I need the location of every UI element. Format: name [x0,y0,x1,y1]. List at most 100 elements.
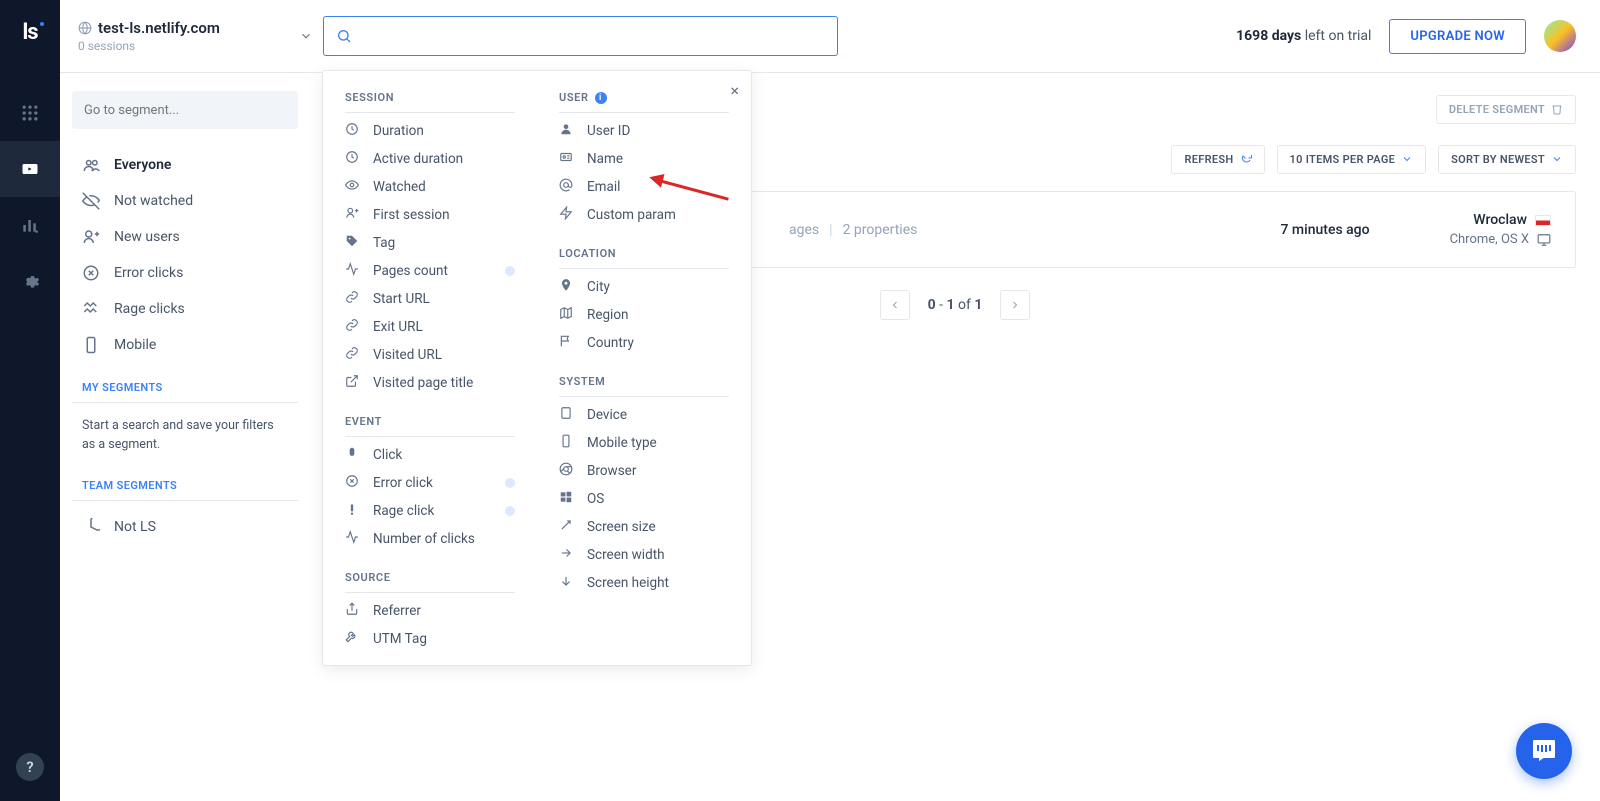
filter-option[interactable]: Duration [345,117,515,145]
segment-item[interactable]: New users [72,219,298,255]
segment-item[interactable]: Error clicks [72,255,298,291]
map-icon [559,306,573,324]
filter-option[interactable]: Device [559,401,729,429]
avatar[interactable] [1544,20,1576,52]
segment-item[interactable]: Everyone [72,147,298,183]
filter-option[interactable]: First session [345,201,515,229]
filter-option[interactable]: Error click [345,469,515,497]
close-icon[interactable]: × [730,81,739,100]
filter-option[interactable]: Start URL [345,285,515,313]
link-icon [345,290,359,308]
at-icon [559,178,573,196]
filter-option[interactable]: Screen width [559,541,729,569]
filter-option[interactable]: Visited URL [345,341,515,369]
dd-system-head: SYSTEM [559,371,729,397]
id-icon [559,150,573,168]
user-plus-icon [82,228,100,246]
filter-option[interactable]: Mobile type [559,429,729,457]
filter-option[interactable]: Click [345,441,515,469]
filter-option[interactable]: Name [559,145,729,173]
tablet-icon [559,406,573,424]
windows-icon [559,490,573,508]
tag-icon [345,234,359,252]
search-icon [336,28,352,44]
filter-option[interactable]: Tag [345,229,515,257]
filter-option[interactable]: Custom param [559,201,729,229]
filter-option[interactable]: Visited page title [345,369,515,397]
my-segments-head: MY SEGMENTS [72,363,298,403]
share-icon [345,602,359,620]
filter-option[interactable]: City [559,273,729,301]
dd-event-head: EVENT [345,411,515,437]
filter-option[interactable]: Pages count [345,257,515,285]
chevron-down-icon [299,29,313,43]
user-plus-icon [345,206,359,224]
rage-icon [82,300,100,318]
page-prev[interactable] [880,290,910,320]
x-circle-icon [345,474,359,492]
trash-icon [1551,103,1563,115]
mouse-icon [345,446,359,464]
session-city: Wroclaw [1473,212,1527,228]
items-per-page-button[interactable]: 10 ITEMS PER PAGE [1277,145,1427,174]
segment-item[interactable]: Not watched [72,183,298,219]
activity-icon [345,262,359,280]
sort-button[interactable]: SORT BY NEWEST [1438,145,1576,174]
wrench-icon [345,630,359,648]
rail-settings[interactable] [0,253,60,309]
pages-label: ages [789,222,819,238]
rail-apps[interactable] [0,85,60,141]
segment-item[interactable]: Not LS [72,509,298,545]
rail-sessions[interactable] [0,141,60,197]
filter-option[interactable]: Number of clicks [345,525,515,553]
filter-option[interactable]: Active duration [345,145,515,173]
filter-option[interactable]: Rage click [345,497,515,525]
nav-rail: ls ? [0,0,60,801]
my-segments-hint: Start a search and save your filters as … [72,411,298,461]
upgrade-button[interactable]: UPGRADE NOW [1389,19,1526,54]
dd-session-head: SESSION [345,87,515,113]
bolt-icon [559,206,573,224]
info-icon[interactable]: i [595,92,607,104]
dd-source-head: SOURCE [345,567,515,593]
intercom-button[interactable] [1516,723,1572,779]
filter-option[interactable]: Referrer [345,597,515,625]
eye-off-icon [82,192,100,210]
segment-item[interactable]: Mobile [72,327,298,363]
filter-option[interactable]: Watched [345,173,515,201]
filter-option[interactable]: Browser [559,457,729,485]
filter-option[interactable]: Email [559,173,729,201]
count-dot [505,506,515,516]
arrow-right-icon [559,546,573,564]
page-next[interactable] [1000,290,1030,320]
external-icon [345,374,359,392]
flag-icon [559,334,573,352]
refresh-button[interactable]: REFRESH [1171,145,1264,174]
filter-option[interactable]: Screen size [559,513,729,541]
filter-option[interactable]: Screen height [559,569,729,597]
filter-option[interactable]: OS [559,485,729,513]
eye-icon [345,178,359,196]
filter-option[interactable]: Country [559,329,729,357]
clock-icon [345,150,359,168]
delete-segment-button[interactable]: DELETE SEGMENT [1436,95,1576,124]
rail-analytics[interactable] [0,197,60,253]
site-subtitle: 0 sessions [78,39,220,53]
logo[interactable]: ls [22,20,37,45]
rail-help[interactable]: ? [16,753,44,781]
filter-option[interactable]: User ID [559,117,729,145]
filter-option[interactable]: Region [559,301,729,329]
filter-option[interactable]: UTM Tag [345,625,515,653]
count-dot [505,266,515,276]
site-picker[interactable]: test-ls.netlify.com 0 sessions [78,19,313,53]
search-input[interactable] [362,28,825,44]
header: test-ls.netlify.com 0 sessions 1698 days… [60,0,1600,73]
link-icon [345,318,359,336]
count-dot [505,478,515,488]
segment-item[interactable]: Rage clicks [72,291,298,327]
filter-option[interactable]: Exit URL [345,313,515,341]
segment-search[interactable] [72,91,298,129]
chevron-down-icon [1401,153,1413,165]
clock-icon [345,122,359,140]
search-box[interactable] [323,16,838,56]
